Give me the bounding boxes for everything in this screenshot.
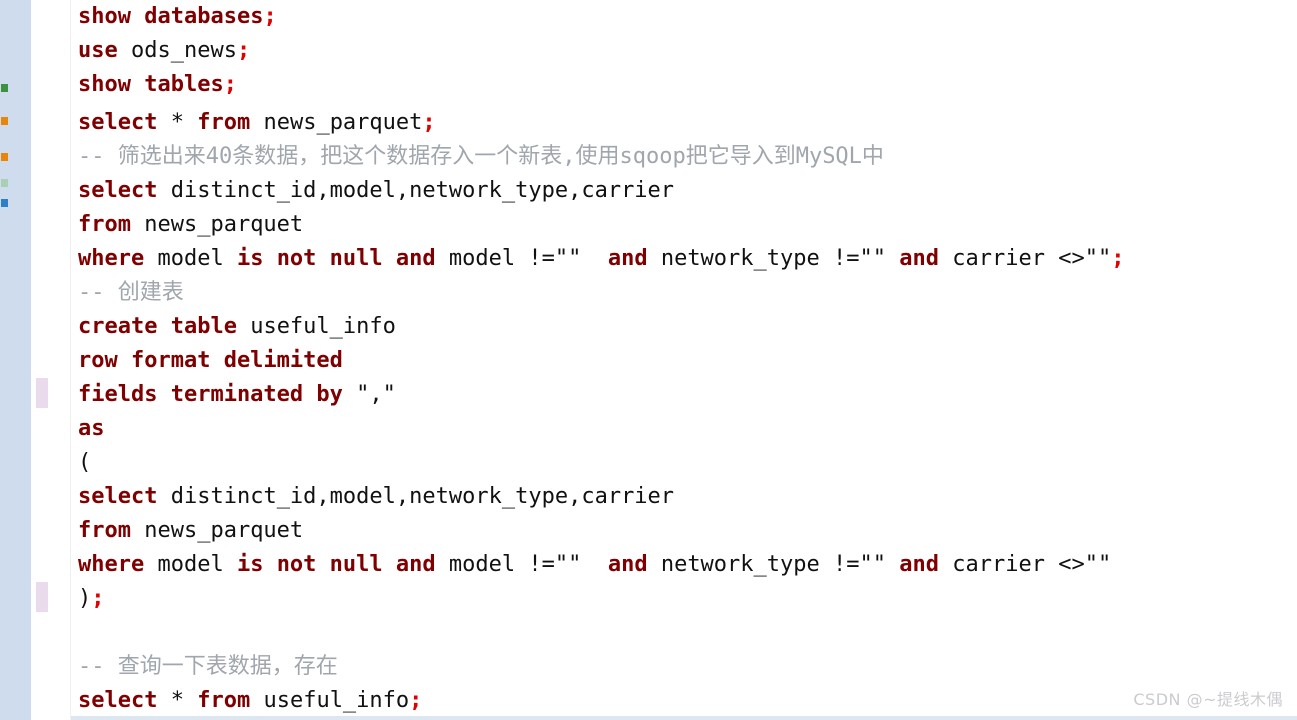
csdn-watermark: CSDN @~提线木偶 [1133,690,1283,709]
code-token-id [131,4,144,29]
code-token-kw: and [899,552,939,577]
code-token-punc: ( [78,450,92,475]
icon-fold-gutter[interactable] [31,0,71,720]
code-token-kw: create table [78,314,237,339]
code-token-id: model !="" [435,552,608,577]
code-line[interactable]: fields terminated by "," [78,378,396,412]
code-line[interactable]: ( [78,446,91,480]
code-token-id: distinct_id,model,network_type,carrier [157,484,675,509]
change-block-close-paren[interactable] [36,582,48,612]
code-token-kw: as [78,416,105,441]
code-line[interactable]: create table useful_info [78,310,396,344]
code-token-kw: row format delimited [78,348,343,373]
annotation-gutter-track[interactable] [12,0,31,720]
code-token-semi: ; [409,688,423,713]
code-token-kw: and [607,246,648,271]
code-token-kw: and [899,246,939,271]
code-line[interactable]: where model is not null and model !="" a… [78,548,1111,582]
code-line[interactable]: from news_parquet [78,514,303,548]
bottom-accent-bar [71,716,1297,720]
code-token-semi: ; [91,586,105,611]
code-text-area[interactable]: show databases; use ods_news; show tables;… [71,0,1297,720]
code-token-id: useful_info [250,688,410,713]
marker-pale-green[interactable] [1,179,8,187]
code-line[interactable]: -- 查询一下表数据，存在 [78,650,338,684]
code-token-punc: ) [78,586,92,611]
code-line[interactable]: row format delimited [78,344,343,378]
annotation-gutter-bar[interactable] [0,0,12,720]
code-token-id [343,382,356,407]
code-token-cmt: -- 创建表 [78,280,184,305]
code-line[interactable]: show databases; [78,0,277,34]
code-token-id: carrier <>"" [939,246,1112,271]
code-token-semi: ; [236,38,251,63]
code-token-kw: is not null and [236,246,436,271]
code-line[interactable]: use ods_news; [78,34,250,68]
code-token-id: model [144,552,237,577]
code-token-kw: tables [144,72,224,97]
code-token-id: useful_info [236,314,396,339]
code-line[interactable]: show tables; [78,68,237,102]
code-token-cmt: -- 查询一下表数据，存在 [78,654,338,679]
code-token-id: ods_news [117,38,237,63]
marker-orange-2[interactable] [1,153,8,161]
marker-green[interactable] [1,84,8,92]
code-token-id: carrier <>"" [939,552,1112,577]
code-token-cmt: -- 筛选出来40条数据，把这个数据存入一个新表,使用sqoop把它导入到MyS… [78,144,884,169]
code-line[interactable] [78,616,91,650]
code-line[interactable]: ); [78,582,105,616]
code-token-kw: show [78,72,131,97]
code-token-id: distinct_id,model,network_type,carrier [157,178,675,203]
code-token-kw: select [78,484,158,509]
code-token-kw: use [78,38,118,63]
code-token-kw: fields terminated by [78,382,343,407]
code-line[interactable]: select distinct_id,model,network_type,ca… [78,174,674,208]
code-token-kw: select [78,178,158,203]
code-token-id: * [157,110,198,135]
code-token-id: * [157,688,198,713]
code-token-id [131,72,144,97]
code-line[interactable]: as [78,412,105,446]
code-token-kw: select [78,688,158,713]
code-line[interactable]: where model is not null and model !="" a… [78,242,1124,276]
marker-blue[interactable] [1,199,8,207]
code-token-kw: from [78,212,131,237]
code-line[interactable]: from news_parquet [78,208,303,242]
code-line[interactable]: select * from news_parquet; [78,106,436,140]
code-token-kw: from [197,688,251,713]
code-token-kw: is not null and [236,552,436,577]
code-token-kw: where [78,246,145,271]
code-token-kw: where [78,552,145,577]
code-token-id: network_type !="" [647,552,900,577]
change-block-fields[interactable] [36,378,48,408]
code-line[interactable]: -- 创建表 [78,276,184,310]
code-token-kw: from [78,518,131,543]
code-line[interactable]: -- 筛选出来40条数据，把这个数据存入一个新表,使用sqoop把它导入到MyS… [78,140,884,174]
code-token-id: news_parquet [130,518,304,543]
code-token-id: news_parquet [130,212,304,237]
code-token-semi: ; [422,110,436,135]
code-token-semi: ; [263,4,277,29]
marker-orange[interactable] [1,117,8,125]
code-token-semi: ; [223,72,237,97]
code-token-id: model !="" [435,246,608,271]
code-editor[interactable]: show databases; use ods_news; show tables;… [0,0,1297,720]
code-token-id: network_type !="" [647,246,900,271]
code-line[interactable]: select distinct_id,model,network_type,ca… [78,480,674,514]
code-token-kw: databases [144,4,264,29]
code-token-kw: show [78,4,131,29]
code-line[interactable]: select * from useful_info; [78,684,422,718]
code-token-kw: and [607,552,648,577]
code-token-str: "," [356,382,396,407]
code-token-id: news_parquet [250,110,423,135]
code-token-id: model [144,246,237,271]
code-token-kw: select [78,110,158,135]
code-token-semi: ; [1111,246,1125,271]
code-token-kw: from [197,110,251,135]
